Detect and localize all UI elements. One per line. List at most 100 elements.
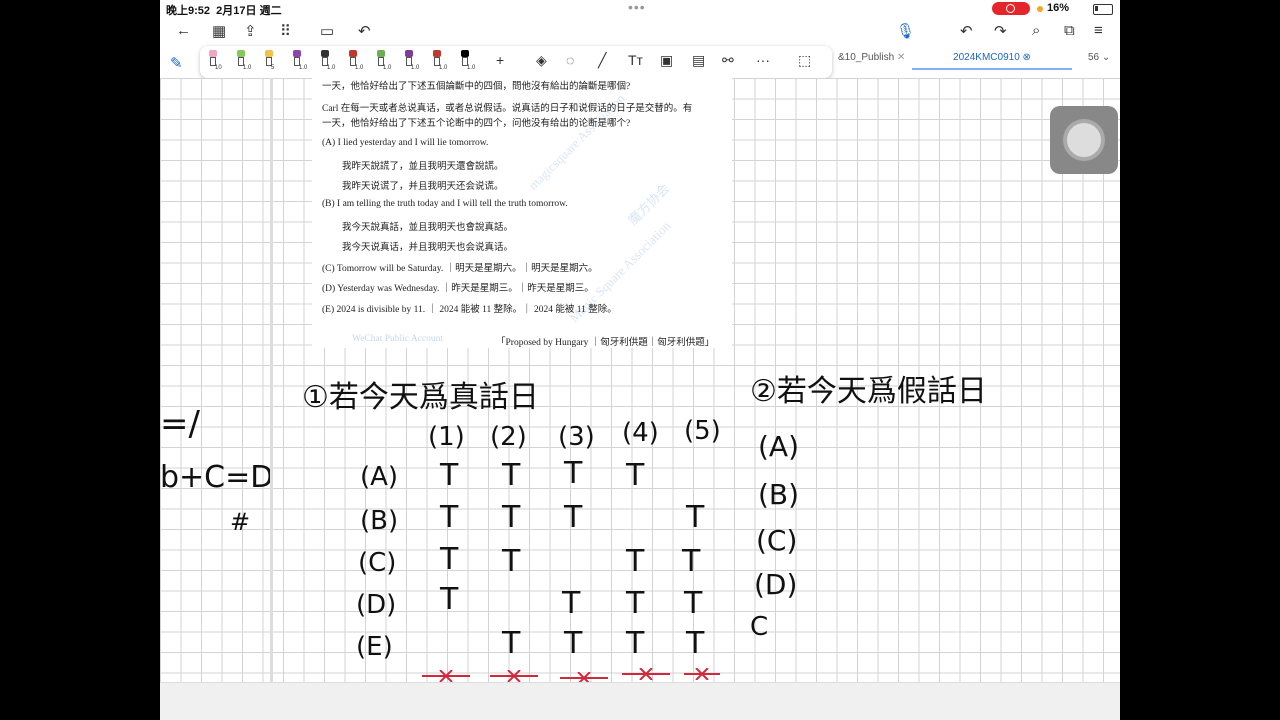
truth-cell: T — [626, 626, 645, 661]
truth-cell: T — [502, 458, 521, 493]
case2-row-e-partial: C — [750, 612, 769, 642]
row-header-a: (A) — [360, 462, 399, 492]
pen-10[interactable]: 1.0 — [458, 50, 476, 71]
option-a-tc: 我昨天說謊了，並且我明天還會說謊。 — [342, 162, 504, 172]
status-bar: 晚上9:52 2月17日 週二 ••• 16% — [160, 0, 1120, 18]
laser-icon[interactable]: ⚯ — [722, 52, 734, 69]
problem-credit: 「Proposed by Hungary ｜匈牙利供題｜匈牙利供题」 — [496, 338, 715, 348]
truth-cell: T — [502, 626, 521, 661]
page-bottom-edge — [160, 682, 1120, 720]
left-page: =/ b+C=D # — [160, 78, 273, 682]
row-header-d: (D) — [356, 590, 397, 620]
more-icon[interactable]: ··· — [756, 52, 770, 68]
pen-5[interactable]: 1.0 — [318, 50, 335, 71]
problem-text-tc: 一天，他恰好给出了下述五個論斷中的四個，問他沒有給出的論斷是哪個? — [322, 82, 631, 92]
case2-row-b: (B) — [758, 478, 800, 511]
page-count[interactable]: 56 ⌄ — [1088, 48, 1110, 68]
row-header-b: (B) — [360, 506, 399, 536]
status-time: 晚上9:52 2月17日 週二 — [166, 5, 282, 17]
line-icon[interactable]: ╱ — [598, 52, 606, 69]
truth-cell: T — [686, 626, 705, 661]
red-cross-mark — [422, 670, 470, 682]
undo-right-icon[interactable]: ↶ — [960, 22, 973, 40]
back-arrow-icon[interactable]: ← — [176, 22, 191, 39]
option-a: (A) I lied yesterday and I will lie tomo… — [322, 138, 489, 148]
pen-size: 1.0 — [467, 65, 476, 71]
pen-3[interactable]: 5 — [262, 50, 276, 71]
image-icon[interactable]: ▣ — [660, 52, 673, 69]
battery-percent: 16% — [1047, 2, 1070, 14]
screen-record-icon[interactable] — [992, 2, 1030, 15]
tab-close-icon[interactable]: ⊗ — [1023, 52, 1031, 63]
pen-size: 5 — [271, 65, 275, 71]
row-header-e: (E) — [356, 632, 393, 662]
share-icon[interactable]: ⇪ — [244, 22, 257, 40]
red-cross-mark — [684, 668, 720, 680]
top-toolbar: ← ▦ ⇪ ⠿ ▭ ↶ 🎙 ↶ ↷ ⌕ ⧉ ≡ — [160, 20, 1120, 44]
handwriting-case1-title: ①若今天爲真話日 — [302, 380, 539, 415]
menu-icon[interactable]: ≡ — [1094, 22, 1103, 39]
col-header-4: (4) — [622, 418, 659, 448]
pdf-problem-excerpt: magicsquare Association 魔方协会 Magic Squar… — [312, 78, 732, 348]
truth-cell: T — [684, 586, 703, 621]
col-header-2: (2) — [490, 422, 527, 452]
pen-9[interactable]: 1.0 — [430, 50, 448, 71]
page-divider — [270, 78, 273, 690]
grid-view-icon[interactable]: ▦ — [212, 22, 226, 40]
red-cross-mark — [622, 668, 670, 680]
truth-cell: T — [682, 544, 701, 579]
truth-cell: T — [626, 544, 645, 579]
pen-8[interactable]: 1.0 — [402, 50, 419, 71]
option-c: (C) Tomorrow will be Saturday. ｜明天是星期六。｜… — [322, 264, 598, 274]
pen-size: 1.0 — [439, 65, 448, 71]
lasso-icon[interactable]: ◌ — [566, 52, 574, 68]
tab-close-icon[interactable]: ✕ — [897, 52, 905, 63]
eraser-icon[interactable]: ◈ — [536, 52, 547, 69]
pen-6[interactable]: 1.0 — [346, 50, 363, 71]
pen-tool-icon[interactable]: ✎ — [170, 54, 183, 72]
truth-cell: T — [564, 626, 583, 661]
pen-size: 1.0 — [299, 65, 308, 71]
truth-cell: T — [626, 586, 645, 621]
assistive-touch-button[interactable] — [1050, 106, 1118, 174]
truth-cell: T — [562, 586, 581, 621]
tab-publish[interactable]: &10_Publish ✕ — [838, 48, 905, 68]
pen-7[interactable]: 1.0 — [374, 50, 392, 71]
microphone-icon[interactable]: 🎙 — [896, 22, 915, 40]
tab-2024kmc[interactable]: 2024KMC0910 ⊗ — [912, 48, 1072, 70]
text-icon[interactable]: Tт — [628, 52, 643, 68]
mic-indicator-icon — [1037, 6, 1043, 12]
truth-cell: T — [502, 500, 521, 535]
redo-icon[interactable]: ↷ — [994, 22, 1007, 40]
multitask-dots-icon[interactable]: ••• — [628, 0, 646, 15]
pen-4[interactable]: 1.0 — [290, 50, 308, 71]
tablet-icon[interactable]: ▭ — [320, 22, 334, 40]
pen-1[interactable]: 10 — [206, 50, 222, 71]
pen-size: 1.0 — [383, 65, 392, 71]
document-area[interactable]: =/ b+C=D # magicsquare Association 魔方协会 … — [160, 78, 1120, 720]
pdf-footer: WeChat Public Account — [352, 334, 444, 344]
add-pen-icon[interactable]: + — [496, 52, 504, 68]
option-e: (E) 2024 is divisible by 11. ｜ 2024 能被 1… — [322, 305, 617, 315]
pen-2[interactable]: 1.0 — [234, 50, 252, 71]
pen-size: 1.0 — [243, 65, 252, 71]
page-tool-icon[interactable]: ⬚ — [798, 52, 811, 69]
search-icon[interactable]: ⌕ — [1032, 22, 1040, 39]
comment-icon[interactable]: ▤ — [692, 52, 705, 69]
col-header-5: (5) — [684, 416, 721, 446]
handwriting-eq2: b+C=D — [160, 460, 274, 495]
battery-icon — [1093, 4, 1113, 15]
copy-icon[interactable]: ⧉ — [1064, 22, 1075, 39]
truth-cell: T — [440, 582, 459, 617]
option-b-tc: 我今天說真話，並且我明天也會說真話。 — [342, 223, 514, 233]
handwriting-eq1: =/ — [160, 404, 200, 444]
truth-cell: T — [626, 458, 645, 493]
apps-grid-icon[interactable]: ⠿ — [280, 22, 291, 40]
undo-icon[interactable]: ↶ — [358, 22, 371, 40]
truth-cell: T — [564, 456, 583, 491]
option-d: (D) Yesterday was Wednesday. ｜昨天是星期三。｜昨天… — [322, 284, 594, 294]
case2-row-c: (C) — [756, 524, 798, 557]
case2-row-d: (D) — [754, 568, 798, 601]
truth-cell: T — [440, 542, 459, 577]
truth-cell: T — [502, 544, 521, 579]
